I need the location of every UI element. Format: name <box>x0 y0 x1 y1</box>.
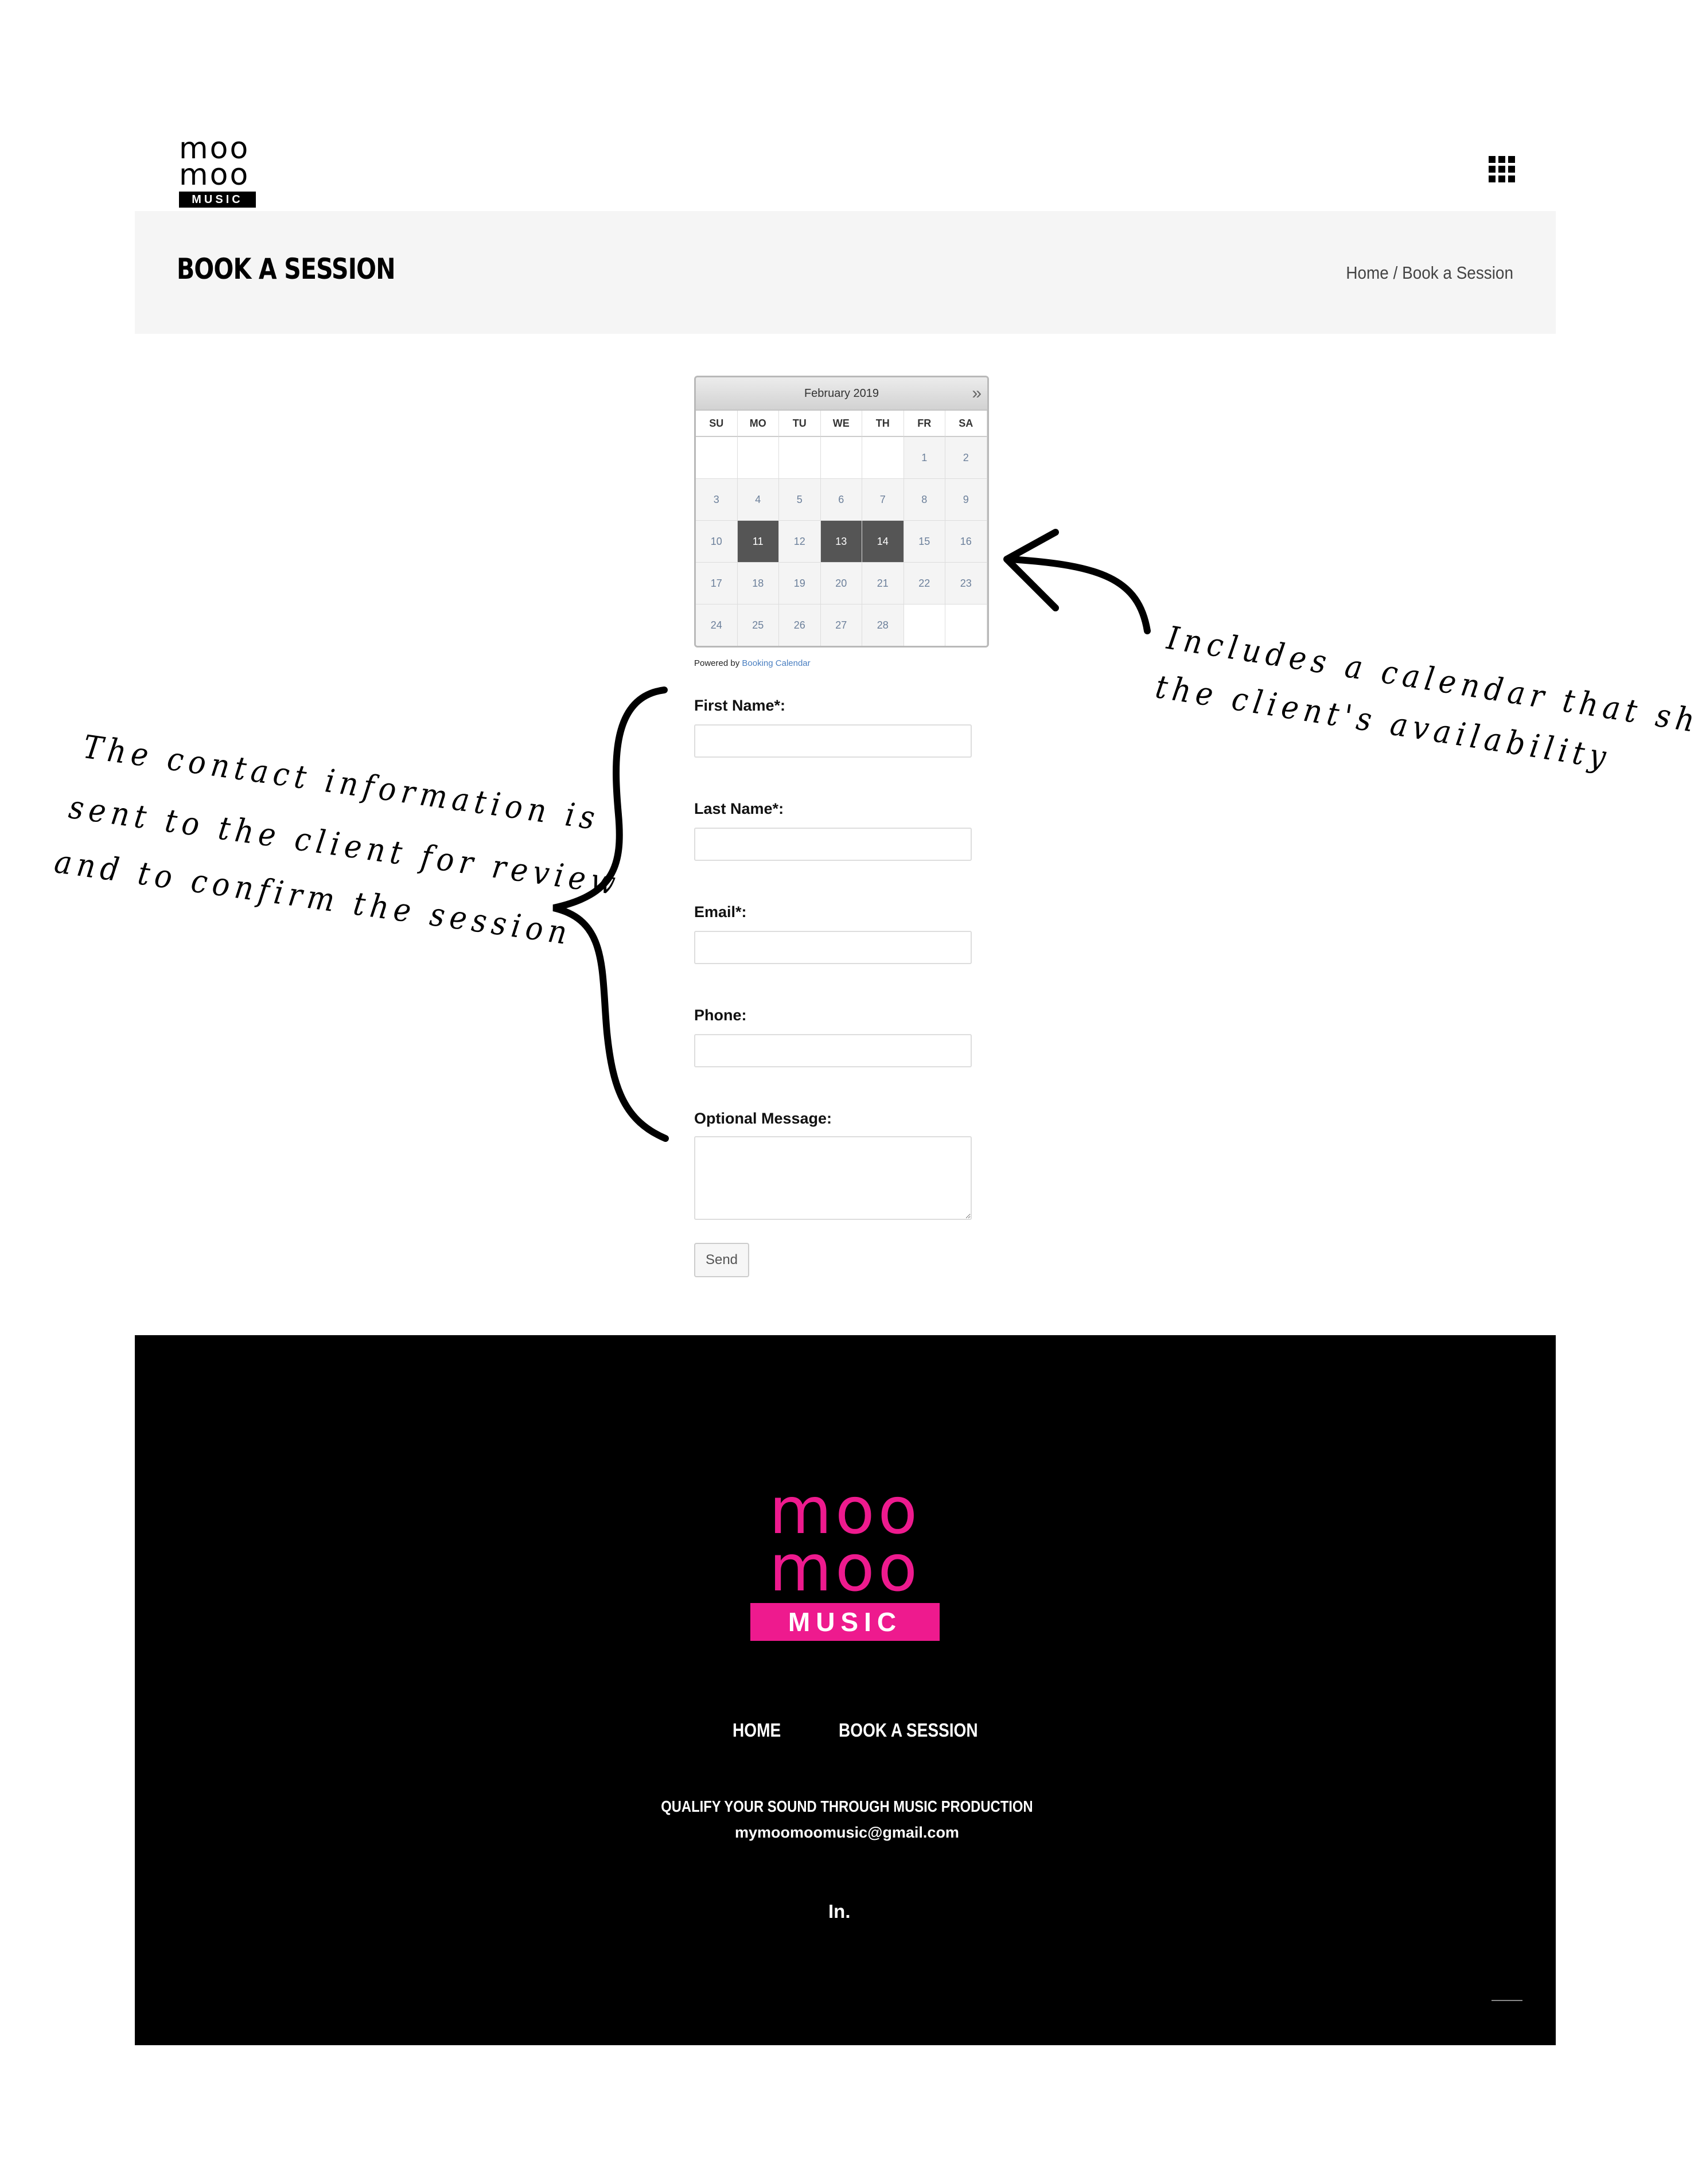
footer-logo[interactable]: moo moo MUSIC <box>750 1479 940 1641</box>
footer-logo-word-2: moo <box>769 1531 921 1606</box>
footer-tagline: QUALIFY YOUR SOUND THROUGH MUSIC PRODUCT… <box>0 1797 1694 1816</box>
arrow-curve-icon <box>1006 556 1151 634</box>
footer-divider <box>1492 2000 1522 2001</box>
linkedin-icon[interactable]: In. <box>828 1901 851 1922</box>
brace-icon <box>552 687 669 1142</box>
footer-tagline-text: QUALIFY YOUR SOUND THROUGH MUSIC PRODUCT… <box>661 1797 1033 1815</box>
footer-email[interactable]: mymoomoomusic@gmail.com <box>0 1824 1694 1842</box>
footer-nav-home[interactable]: HOME <box>733 1719 781 1741</box>
arrow-head-icon <box>1003 529 1059 611</box>
footer <box>135 1335 1556 2045</box>
footer-nav-book-session[interactable]: BOOK A SESSION <box>839 1719 978 1741</box>
footer-logo-badge: MUSIC <box>750 1603 940 1641</box>
